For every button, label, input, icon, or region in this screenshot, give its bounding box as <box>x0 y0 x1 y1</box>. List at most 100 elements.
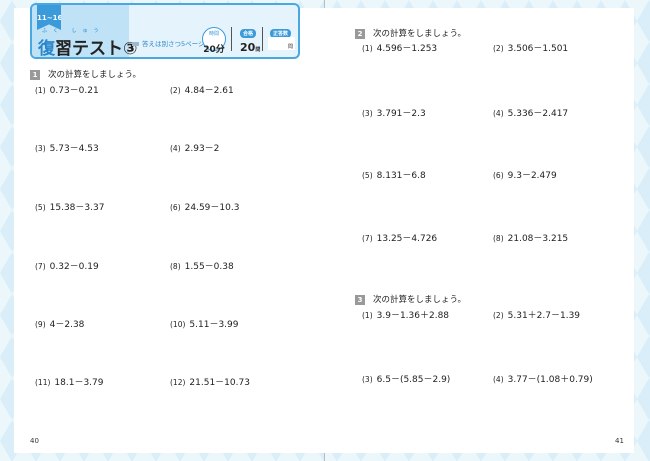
problem: (11) 18.1－3.79 <box>35 375 104 388</box>
problem: (6) 24.59－10.3 <box>170 200 239 213</box>
problem: (4) 2.93－2 <box>170 141 219 154</box>
title-ruby: ふく しゅう <box>42 28 105 34</box>
section-number: 2 <box>355 29 365 39</box>
problem: (12) 21.51－10.73 <box>170 375 250 388</box>
problem-expression: 0.73－0.21 <box>49 86 99 96</box>
divider <box>231 27 232 51</box>
problem-number: (2) <box>170 86 181 95</box>
problem: (9) 4－2.38 <box>35 317 84 330</box>
section-1-heading: 1 次の計算をしましょう。 <box>30 68 141 80</box>
problem-number: (2) <box>493 311 504 320</box>
problem-number: (1) <box>362 311 373 320</box>
problem-number: (3) <box>35 144 46 153</box>
pass-unit: 問 <box>255 47 261 53</box>
problem-expression: 1.55－0.38 <box>184 262 234 272</box>
time-label: 時間 <box>208 31 219 37</box>
answer-note: 答えは別さつ5ページ <box>132 38 205 48</box>
problem: (3) 6.5－(5.85－2.9) <box>362 372 450 385</box>
page-title: 復習テスト③ <box>38 34 138 59</box>
problem-expression: 8.131－6.8 <box>376 171 426 181</box>
problem-expression: 13.25－4.726 <box>376 234 438 244</box>
instruction: 次の計算をしましょう。 <box>373 295 466 305</box>
problem-expression: 15.38－3.37 <box>49 203 105 213</box>
problem: (1) 4.596－1.253 <box>362 41 437 54</box>
problem: (6) 9.3－2.479 <box>493 168 557 181</box>
problem-number: (6) <box>493 171 504 180</box>
title-first-char: 復 <box>38 39 55 59</box>
problem-expression: 3.506－1.501 <box>507 44 569 54</box>
problem-number: (11) <box>35 378 51 387</box>
problem-expression: 4.596－1.253 <box>376 44 438 54</box>
problem-number: (1) <box>35 86 46 95</box>
problem-number: (6) <box>170 203 181 212</box>
score-box[interactable]: 問 <box>268 37 295 50</box>
problem-expression: 6.5－(5.85－2.9) <box>376 375 451 385</box>
problem: (2) 4.84－2.61 <box>170 83 234 96</box>
problem: (1) 3.9－1.36＋2.88 <box>362 308 449 321</box>
problem: (7) 0.32－0.19 <box>35 259 99 272</box>
problem-number: (10) <box>170 320 186 329</box>
problem-expression: 4.84－2.61 <box>184 86 234 96</box>
problem-expression: 3.77－(1.08＋0.79) <box>507 375 593 385</box>
score-unit: 問 <box>287 44 293 50</box>
problem-number: (5) <box>362 171 373 180</box>
page-number: 41 <box>615 437 624 445</box>
problem-number: (3) <box>362 375 373 384</box>
problem-expression: 5.11－3.99 <box>189 320 239 330</box>
section-number: 1 <box>30 70 40 80</box>
problem: (4) 3.77－(1.08＋0.79) <box>493 372 593 385</box>
problem-expression: 9.3－2.479 <box>507 171 557 181</box>
problem: (1) 0.73－0.21 <box>35 83 99 96</box>
right-page: 2 次の計算をしましょう。 (1) 4.596－1.253 (2) 3.506－1.50… <box>325 0 650 461</box>
problem-expression: 24.59－10.3 <box>184 203 240 213</box>
section-3-heading: 3 次の計算をしましょう。 <box>355 293 466 305</box>
problem: (3) 3.791－2.3 <box>362 106 426 119</box>
problem-number: (12) <box>170 378 186 387</box>
problem-expression: 5.336－2.417 <box>507 109 569 119</box>
pass-number: 20 <box>240 41 256 54</box>
problem-expression: 4－2.38 <box>49 320 85 330</box>
problem-expression: 21.08－3.215 <box>507 234 569 244</box>
section-2-heading: 2 次の計算をしましょう。 <box>355 27 466 39</box>
problem-number: (7) <box>362 234 373 243</box>
page-number: 40 <box>30 437 39 445</box>
pass-value: 20問 <box>240 41 260 54</box>
problem-number: (4) <box>493 109 504 118</box>
problem-expression: 18.1－3.79 <box>54 378 104 388</box>
problem: (7) 13.25－4.726 <box>362 231 437 244</box>
time-value: 20分 <box>203 45 225 55</box>
problem: (2) 3.506－1.501 <box>493 41 568 54</box>
problem: (2) 5.31＋2.7－1.39 <box>493 308 580 321</box>
problem-number: (4) <box>493 375 504 384</box>
time-badge: 時間 20分 <box>202 27 226 55</box>
instruction: 次の計算をしましょう。 <box>48 70 141 80</box>
problem-expression: 3.9－1.36＋2.88 <box>376 311 450 321</box>
problem: (8) 21.08－3.215 <box>493 231 568 244</box>
problem-number: (7) <box>35 262 46 271</box>
title-rest: 習テスト③ <box>55 39 138 59</box>
problem: (4) 5.336－2.417 <box>493 106 568 119</box>
problem-expression: 2.93－2 <box>184 144 220 154</box>
divider <box>262 27 263 51</box>
problem-expression: 5.73－4.53 <box>49 144 99 154</box>
pass-label: 合格 <box>240 29 257 38</box>
instruction: 次の計算をしましょう。 <box>373 29 466 39</box>
problem-number: (8) <box>170 262 181 271</box>
problem: (10) 5.11－3.99 <box>170 317 239 330</box>
problem-number: (4) <box>170 144 181 153</box>
problem-expression: 5.31＋2.7－1.39 <box>507 311 581 321</box>
problem-number: (8) <box>493 234 504 243</box>
problem: (5) 15.38－3.37 <box>35 200 104 213</box>
problem-expression: 21.51－10.73 <box>189 378 250 388</box>
problem-number: (5) <box>35 203 46 212</box>
left-page: 11~16 ふく しゅう 復習テスト③ 答えは別さつ5ページ 時間 20分 合格 … <box>0 0 325 461</box>
problem-expression: 0.32－0.19 <box>49 262 99 272</box>
problem-number: (1) <box>362 44 373 53</box>
problem-number: (3) <box>362 109 373 118</box>
test-header: 11~16 ふく しゅう 復習テスト③ 答えは別さつ5ページ 時間 20分 合格 … <box>30 3 300 59</box>
problem: (3) 5.73－4.53 <box>35 141 99 154</box>
problem-number: (9) <box>35 320 46 329</box>
problem-expression: 3.791－2.3 <box>376 109 426 119</box>
problem: (5) 8.131－6.8 <box>362 168 426 181</box>
problem: (8) 1.55－0.38 <box>170 259 234 272</box>
